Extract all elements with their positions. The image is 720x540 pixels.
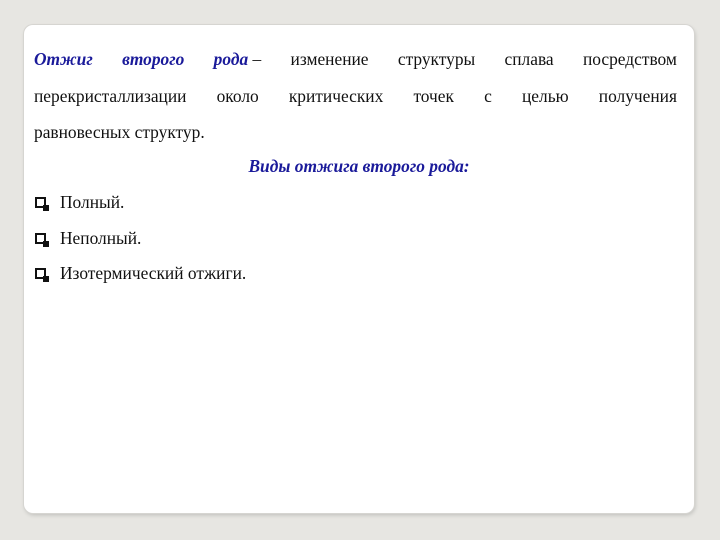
definition-word: целью (521, 86, 569, 106)
list-item-label: Изотермический отжиги. (60, 262, 247, 283)
checkbox-bullet-icon (35, 196, 49, 211)
definition-word: структуры (397, 49, 476, 69)
term-word-1: Отжиг (34, 49, 93, 69)
definition-dash: – (252, 49, 262, 69)
checkbox-bullet-icon (35, 267, 49, 282)
section-subtitle: Виды отжига второго рода: (248, 156, 470, 176)
checkbox-bullet-icon (35, 232, 49, 247)
list-item: Изотермический отжиги. (35, 263, 246, 283)
list-item: Полный. (35, 192, 124, 212)
definition-word: точек (413, 86, 454, 106)
definition-word: изменение (290, 49, 369, 69)
list-item-label: Полный. (60, 191, 125, 212)
term-word-2: второго (122, 49, 185, 69)
definition-word: перекристаллизации (34, 86, 187, 106)
definition-line-3: равновесных структур. (34, 122, 205, 142)
definition-line-1: Отжиг второго рода – изменение структуры… (34, 49, 677, 69)
definition-word: с (484, 86, 492, 106)
slide-panel: Отжиг второго рода – изменение структуры… (24, 25, 694, 513)
definition-word: посредством (582, 49, 677, 69)
list-item: Неполный. (35, 228, 141, 248)
definition-line-2: перекристаллизации около критических точ… (34, 86, 677, 106)
term-word-3-group: рода – (214, 49, 262, 69)
definition-word: получения (598, 86, 677, 106)
definition-word: критических (288, 86, 384, 106)
definition-word: сплава (504, 49, 554, 69)
definition-word: около (216, 86, 259, 106)
list-item-label: Неполный. (60, 227, 142, 248)
term-word-3: рода (213, 49, 249, 69)
